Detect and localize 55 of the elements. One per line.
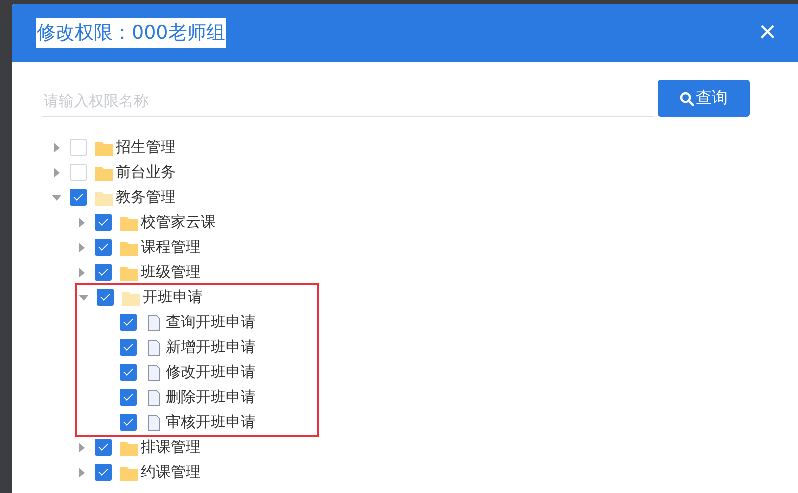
checkbox[interactable] [70, 164, 87, 181]
folder-icon [120, 440, 138, 456]
caret-down-icon[interactable] [52, 194, 62, 200]
tree-item-label[interactable]: 修改开班申请 [166, 363, 256, 382]
tree-item-label[interactable]: 约课管理 [141, 463, 201, 482]
caret-right-icon[interactable] [79, 218, 85, 228]
checkbox[interactable] [95, 464, 112, 481]
tree-item-label[interactable]: 审核开班申请 [166, 413, 256, 432]
checkbox[interactable] [95, 439, 112, 456]
caret-right-icon[interactable] [79, 242, 85, 252]
folder-icon [120, 240, 138, 256]
tree-item-label[interactable]: 教务管理 [116, 188, 176, 207]
tree-item-label[interactable]: 前台业务 [116, 163, 176, 182]
checkbox[interactable] [95, 239, 112, 256]
document-icon [145, 364, 163, 380]
tree-item-label[interactable]: 排课管理 [141, 438, 201, 457]
caret-right-icon[interactable] [79, 268, 85, 278]
tree-item-label[interactable]: 查询开班申请 [166, 313, 256, 332]
search-button[interactable]: 查询 [658, 80, 750, 117]
caret-right-icon[interactable] [79, 468, 85, 478]
checkbox[interactable] [120, 339, 137, 356]
caret-right-icon[interactable] [54, 142, 60, 152]
caret-right-icon[interactable] [79, 442, 85, 452]
folder-icon [95, 164, 113, 180]
document-icon [145, 414, 163, 430]
dialog-title: 修改权限：000老师组 [36, 18, 226, 48]
folder-icon [120, 464, 138, 480]
tree-item-label[interactable]: 开班申请 [143, 288, 203, 307]
tree-item-label[interactable]: 新增开班申请 [166, 338, 256, 357]
document-icon [145, 390, 163, 406]
tree-item-label[interactable]: 招生管理 [116, 138, 176, 157]
folder-icon [95, 140, 113, 156]
checkbox[interactable] [95, 264, 112, 281]
checkbox[interactable] [97, 289, 114, 306]
folder-icon [120, 214, 138, 230]
folder-icon [120, 264, 138, 280]
checkbox[interactable] [70, 189, 87, 206]
checkbox[interactable] [70, 139, 87, 156]
tree-item-label[interactable]: 班级管理 [141, 263, 201, 282]
caret-right-icon[interactable] [54, 168, 60, 178]
close-button[interactable]: × [757, 18, 779, 48]
folder-open-icon [122, 290, 140, 306]
document-icon [145, 314, 163, 330]
checkbox[interactable] [120, 414, 137, 431]
checkbox[interactable] [120, 389, 137, 406]
tree-item-label[interactable]: 校管家云课 [141, 213, 216, 232]
caret-down-icon[interactable] [79, 294, 89, 300]
checkbox[interactable] [120, 314, 137, 331]
tree-item-label[interactable]: 删除开班申请 [166, 388, 256, 407]
document-icon [145, 340, 163, 356]
checkbox[interactable] [120, 364, 137, 381]
tree-item-label[interactable]: 课程管理 [141, 238, 201, 257]
search-icon [680, 92, 694, 106]
checkbox[interactable] [95, 214, 112, 231]
folder-open-icon [95, 190, 113, 206]
